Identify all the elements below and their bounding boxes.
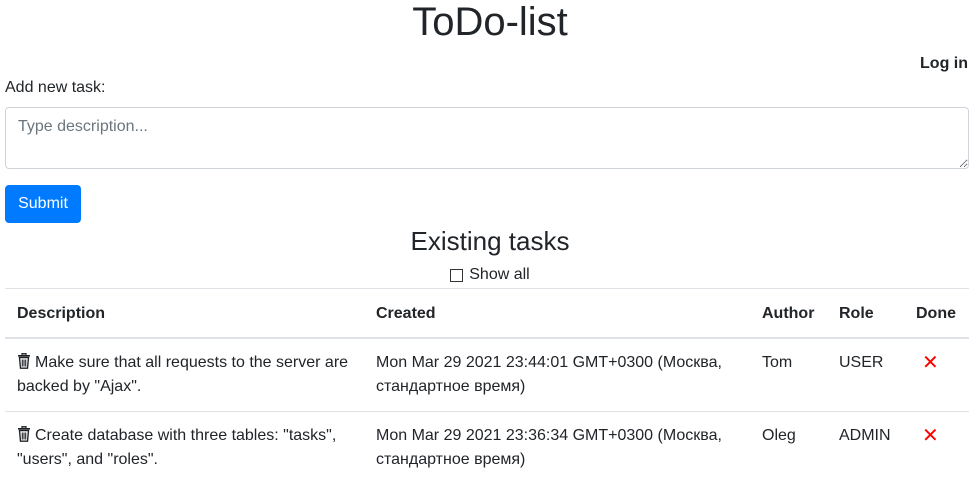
- table-row: Make sure that all requests to the serve…: [5, 337, 969, 412]
- show-all-checkbox[interactable]: [450, 268, 464, 282]
- task-description-cell: Make sure that all requests to the serve…: [5, 337, 364, 412]
- task-created: Mon Mar 29 2021 23:36:34 GMT+0300 (Москв…: [364, 411, 750, 484]
- task-author: Oleg: [750, 411, 827, 484]
- table-header-row: Description Created Author Role Done: [5, 288, 969, 339]
- show-all-label[interactable]: Show all: [450, 266, 530, 284]
- submit-button[interactable]: Submit: [5, 185, 81, 223]
- task-role: ADMIN: [827, 411, 904, 484]
- show-all-toggle: Show all: [0, 266, 980, 287]
- x-icon[interactable]: ✕: [916, 424, 939, 448]
- header-description: Description: [5, 288, 364, 339]
- show-all-text: Show all: [469, 266, 530, 283]
- trash-icon[interactable]: [17, 353, 31, 369]
- description-input[interactable]: [5, 107, 969, 169]
- header-author: Author: [750, 288, 827, 339]
- task-role: USER: [827, 337, 904, 412]
- header-created: Created: [364, 288, 750, 339]
- task-description: Make sure that all requests to the serve…: [17, 354, 349, 395]
- header-done: Done: [904, 288, 969, 339]
- task-author: Tom: [750, 337, 827, 412]
- existing-tasks-title: Existing tasks: [410, 226, 570, 256]
- task-description-cell: Create database with three tables: "task…: [5, 411, 364, 484]
- task-done-cell: ✕: [904, 411, 969, 484]
- tasks-table: Description Created Author Role Done Mak…: [5, 288, 969, 484]
- page-title: ToDo-list: [412, 0, 568, 44]
- task-created: Mon Mar 29 2021 23:44:01 GMT+0300 (Москв…: [364, 337, 750, 412]
- table-row: Create database with three tables: "task…: [5, 411, 969, 484]
- trash-icon[interactable]: [17, 426, 31, 442]
- task-description: Create database with three tables: "task…: [17, 427, 337, 468]
- x-icon[interactable]: ✕: [916, 351, 939, 375]
- login-link[interactable]: Log in: [920, 55, 968, 73]
- task-done-cell: ✕: [904, 337, 969, 412]
- add-task-label: Add new task:: [5, 79, 106, 96]
- header-role: Role: [827, 288, 904, 339]
